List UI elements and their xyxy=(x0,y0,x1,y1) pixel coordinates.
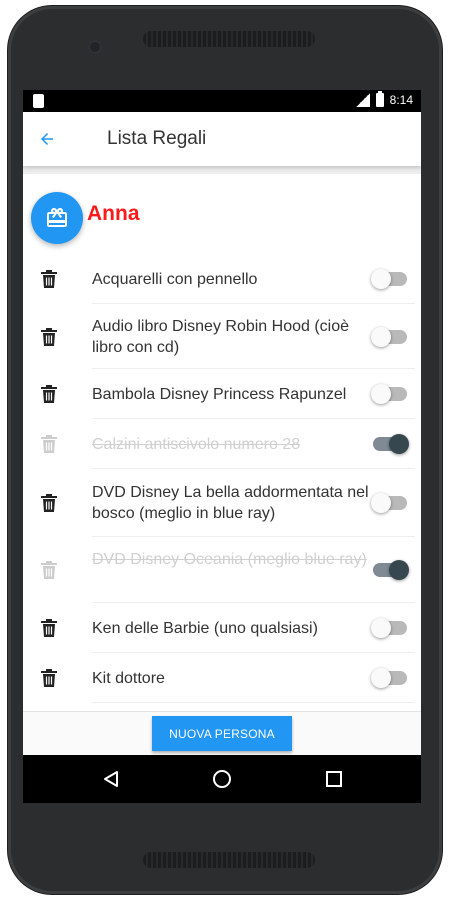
signal-icon xyxy=(355,93,370,107)
delete-gift-button[interactable] xyxy=(40,434,58,454)
gift-label: Acquarelli con pennello xyxy=(92,271,258,288)
trash-icon xyxy=(41,494,57,512)
gift-label: Calzini antiscivolo numero 28 xyxy=(92,436,301,453)
person-name: Anna xyxy=(87,202,140,225)
delete-gift-button[interactable] xyxy=(40,560,58,580)
nav-back-button[interactable] xyxy=(99,767,123,791)
screen: 8:14 Lista Regali Anna Acquarelli con pe… xyxy=(23,90,421,803)
toggle-knob xyxy=(389,560,409,580)
gift-bought-toggle[interactable] xyxy=(371,618,407,638)
toggle-knob xyxy=(371,384,391,404)
gift-row: Audio libro Disney Robin Hood (cioè libr… xyxy=(23,304,421,369)
gift-bought-toggle[interactable] xyxy=(371,327,407,347)
trash-icon xyxy=(41,619,57,637)
recents-square-icon xyxy=(326,771,342,787)
gift-row: DVD Disney La bella addormentata nel bos… xyxy=(23,469,421,537)
gift-row: Bambola Disney Princess Rapunzel xyxy=(23,369,421,419)
toggle-knob xyxy=(371,618,391,638)
gift-label: Bambola Disney Princess Rapunzel xyxy=(92,386,347,403)
nav-recents-button[interactable] xyxy=(322,767,346,791)
delete-gift-button[interactable] xyxy=(40,493,58,513)
person-avatar[interactable] xyxy=(31,192,83,244)
gift-bought-toggle[interactable] xyxy=(371,269,407,289)
gift-icon xyxy=(47,207,67,227)
trash-icon xyxy=(41,669,57,687)
new-person-button[interactable]: NUOVA PERSONA xyxy=(152,716,292,751)
gift-row: Kit dottore xyxy=(23,653,421,703)
delete-gift-button[interactable] xyxy=(40,327,58,347)
gift-label: DVD Disney La bella addormentata nel bos… xyxy=(92,484,369,522)
toggle-knob xyxy=(371,493,391,513)
home-circle-icon xyxy=(213,770,231,788)
gift-bought-toggle[interactable] xyxy=(373,434,409,454)
sd-card-icon xyxy=(33,94,44,108)
delete-gift-button[interactable] xyxy=(40,618,58,638)
gift-bought-toggle[interactable] xyxy=(371,668,407,688)
toggle-knob xyxy=(389,434,409,454)
gift-bought-toggle[interactable] xyxy=(371,493,407,513)
delete-gift-button[interactable] xyxy=(40,384,58,404)
row-divider xyxy=(92,702,415,703)
battery-icon xyxy=(375,91,384,107)
gift-label: Audio libro Disney Robin Hood (cioè libr… xyxy=(92,318,350,356)
gift-label: DVD Disney Oceania (meglio blue ray) xyxy=(92,551,367,568)
top-speaker xyxy=(143,31,315,47)
gift-row: Calzini antiscivolo numero 28 xyxy=(23,419,421,469)
gift-label: Kit dottore xyxy=(92,670,165,687)
app-bar: Lista Regali xyxy=(23,112,421,166)
status-bar: 8:14 xyxy=(23,90,421,112)
system-nav-bar xyxy=(23,755,421,803)
toggle-knob xyxy=(371,668,391,688)
gift-bought-toggle[interactable] xyxy=(371,384,407,404)
delete-gift-button[interactable] xyxy=(40,269,58,289)
toggle-knob xyxy=(371,269,391,289)
trash-icon xyxy=(41,328,57,346)
toggle-knob xyxy=(371,327,391,347)
trash-icon xyxy=(41,561,57,579)
bottom-speaker xyxy=(143,852,315,868)
back-triangle-icon xyxy=(104,771,118,787)
gift-row: Ken delle Barbie (uno qualsiasi) xyxy=(23,603,421,653)
front-camera xyxy=(90,42,100,52)
arrow-back-icon xyxy=(41,133,53,145)
gift-row: DVD Disney Oceania (meglio blue ray) xyxy=(23,537,421,603)
gift-row: Acquarelli con pennello xyxy=(23,254,421,304)
nav-home-button[interactable] xyxy=(210,767,234,791)
delete-gift-button[interactable] xyxy=(40,668,58,688)
footer-bar: NUOVA PERSONA xyxy=(23,711,421,756)
back-button[interactable] xyxy=(33,125,61,153)
page-title: Lista Regali xyxy=(107,128,207,149)
gift-label: Ken delle Barbie (uno qualsiasi) xyxy=(92,620,318,637)
status-time: 8:14 xyxy=(389,93,413,107)
trash-icon xyxy=(41,270,57,288)
trash-icon xyxy=(41,385,57,403)
trash-icon xyxy=(41,435,57,453)
gift-bought-toggle[interactable] xyxy=(373,560,409,580)
